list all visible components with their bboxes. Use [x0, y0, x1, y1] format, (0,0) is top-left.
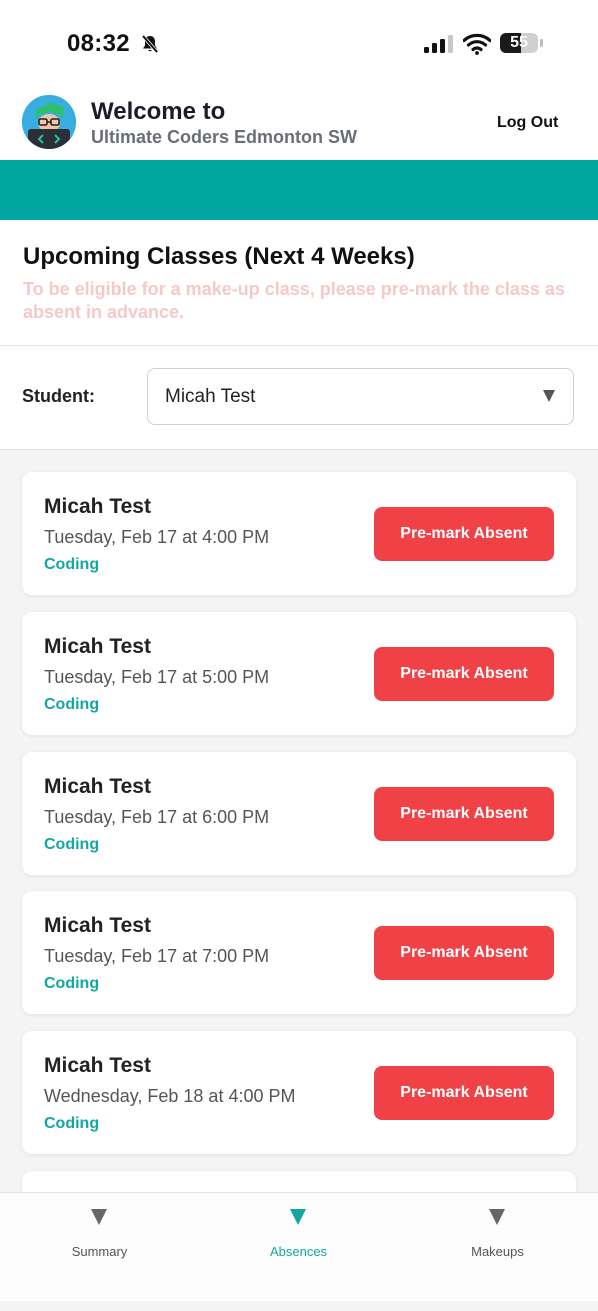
class-student-name: Micah Test [44, 1054, 151, 1077]
class-datetime: Tuesday, Feb 17 at 4:00 PM [44, 527, 270, 547]
class-subject: Coding [44, 835, 100, 853]
school-name: Ultimate Coders Edmonton SW [91, 127, 358, 147]
wifi-icon [463, 33, 491, 55]
cellular-signal-icon [424, 35, 453, 53]
class-datetime: Tuesday, Feb 17 at 6:00 PM [44, 806, 270, 827]
class-subject: Coding [44, 975, 100, 993]
bell-slash-icon [141, 34, 159, 54]
class-card: Micah Test Tuesday, Feb 17 at 5:00 PM Co… [22, 611, 576, 735]
triangle-down-icon [290, 1209, 306, 1225]
eligibility-notice: To be eligible for a make-up class, plea… [23, 279, 565, 322]
tab-label: Summary [71, 1244, 128, 1259]
status-bar: 08:32 55 [0, 0, 598, 88]
class-subject: Coding [44, 556, 100, 573]
tab-absences[interactable]: Absences [199, 1193, 398, 1301]
class-card: Micah Test Tuesday, Feb 17 at 6:00 PM Co… [22, 751, 576, 875]
class-card: Micah Test Wednesday, Feb 18 at 4:00 PM … [22, 1031, 576, 1154]
class-student-name: Micah Test [44, 774, 151, 798]
header-accent-band [0, 160, 598, 220]
logout-button[interactable]: Log Out [497, 114, 558, 132]
class-subject: Coding [44, 1115, 100, 1132]
class-datetime: Tuesday, Feb 17 at 7:00 PM [44, 946, 270, 967]
app-header: Welcome to Ultimate Coders Edmonton SW L… [0, 88, 598, 160]
student-label: Student: [22, 386, 95, 406]
tab-summary[interactable]: Summary [0, 1193, 199, 1301]
premark-absent-button[interactable]: Pre-mark Absent [374, 646, 554, 701]
premark-absent-button[interactable]: Pre-mark Absent [374, 926, 554, 981]
triangle-down-icon [489, 1209, 505, 1225]
student-select[interactable]: Micah Test [147, 368, 574, 425]
class-datetime: Wednesday, Feb 18 at 4:00 PM [44, 1086, 296, 1106]
premark-absent-button[interactable]: Pre-mark Absent [374, 1066, 554, 1120]
upcoming-section: Upcoming Classes (Next 4 Weeks) To be el… [0, 220, 598, 346]
student-filter-row: Student: Micah Test [0, 346, 598, 450]
class-card: Micah Test Tuesday, Feb 17 at 7:00 PM Co… [22, 891, 576, 1015]
battery-level: 55 [510, 34, 528, 51]
premark-absent-button[interactable]: Pre-mark Absent [374, 786, 554, 841]
class-datetime: Tuesday, Feb 17 at 5:00 PM [44, 666, 270, 687]
class-student-name: Micah Test [44, 634, 151, 658]
tab-label: Makeups [471, 1244, 524, 1259]
class-student-name: Micah Test [44, 914, 151, 938]
class-subject: Coding [44, 695, 100, 713]
bottom-tab-bar: Summary Absences Makeups [0, 1192, 598, 1301]
triangle-down-icon [91, 1209, 107, 1225]
section-title: Upcoming Classes (Next 4 Weeks) [23, 243, 415, 270]
premark-absent-button[interactable]: Pre-mark Absent [374, 507, 554, 561]
battery-icon: 55 [500, 33, 544, 55]
class-card: Micah Test Tuesday, Feb 17 at 4:00 PM Co… [22, 472, 576, 595]
class-list: Micah Test Tuesday, Feb 17 at 4:00 PM Co… [22, 472, 576, 1311]
chevron-down-icon [543, 390, 555, 402]
class-student-name: Micah Test [44, 495, 151, 518]
tab-makeups[interactable]: Makeups [398, 1193, 597, 1301]
student-select-value: Micah Test [165, 386, 256, 407]
school-logo-avatar [22, 95, 76, 149]
welcome-title: Welcome to [91, 98, 226, 125]
tab-label: Absences [269, 1244, 328, 1259]
status-time: 08:32 [67, 30, 130, 57]
